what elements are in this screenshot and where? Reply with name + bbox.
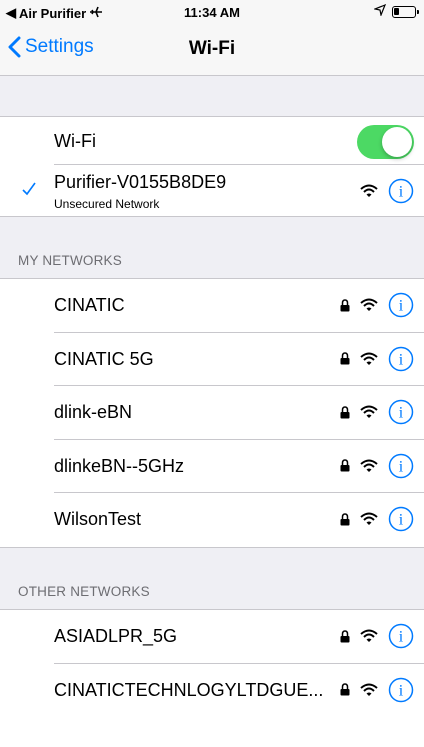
info-icon[interactable]: i: [388, 453, 414, 479]
page-title: Wi-Fi: [188, 38, 236, 59]
network-row[interactable]: CINATICTECHNLOGYLTDGUE... i: [0, 664, 424, 718]
connected-network-row[interactable]: Purifier-V0155B8DE9 Unsecured Network i: [0, 165, 424, 216]
battery-icon: [392, 5, 419, 18]
network-row[interactable]: dlinkeBN--5GHz i: [0, 440, 424, 494]
toggle-knob: [382, 127, 412, 157]
svg-text:i: i: [399, 405, 404, 422]
info-icon[interactable]: i: [388, 399, 414, 425]
info-icon[interactable]: i: [388, 178, 414, 204]
other-networks-header: OTHER NETWORKS: [18, 584, 150, 599]
connected-network-name: Purifier-V0155B8DE9: [54, 172, 227, 192]
lock-icon: [340, 352, 350, 365]
wifi-signal-icon: [360, 629, 378, 642]
other-networks-list: ASIADLPR_5G i CINATICTECHNLOGYLTDGUE... i: [0, 609, 424, 747]
wifi-signal-icon: [360, 683, 378, 696]
lock-icon: [340, 298, 350, 311]
wifi-signal-icon: [360, 352, 378, 365]
network-name: dlinkeBN--5GHz: [54, 455, 185, 476]
wifi-signal-icon: [360, 298, 378, 311]
network-name: CINATIC: [54, 295, 125, 315]
network-row[interactable]: dlink-eBN i: [0, 386, 424, 440]
network-row[interactable]: CINATIC 5G i: [0, 333, 424, 387]
network-name: CINATIC 5G: [54, 348, 154, 369]
network-row[interactable]: CINATIC i: [0, 279, 424, 333]
svg-text:i: i: [399, 512, 404, 529]
network-row[interactable]: WilsonTest i: [0, 493, 424, 547]
info-icon[interactable]: i: [388, 623, 414, 649]
network-row-partial: [0, 717, 424, 747]
wifi-signal-icon: [360, 512, 378, 526]
lock-icon: [340, 629, 350, 642]
checkmark-icon: [22, 182, 36, 196]
wifi-toggle-label: Wi-Fi: [54, 131, 96, 151]
my-networks-header: MY NETWORKS: [18, 253, 122, 268]
lock-icon: [340, 683, 350, 696]
connected-network-status: Unsecured Network: [54, 197, 160, 211]
info-icon[interactable]: i: [388, 677, 414, 703]
network-name: WilsonTest: [54, 509, 142, 530]
network-name: dlink-eBN: [54, 402, 133, 423]
network-name: CINATICTECHNLOGYLTDGUE...: [54, 679, 324, 700]
wifi-toggle-row: Wi-Fi: [0, 117, 424, 165]
wifi-signal-icon: [360, 459, 378, 472]
network-name: ASIADLPR_5G: [54, 626, 178, 646]
status-bar: ◀ Air Purifier 11:34 AM: [0, 0, 424, 24]
lock-icon: [340, 459, 350, 472]
lock-icon: [340, 405, 350, 419]
location-arrow-icon: [372, 3, 387, 19]
my-networks-list: CINATIC i CINATIC 5G i dlink-eBN i dlinkeBN--5…: [0, 278, 424, 548]
wifi-toggle-switch[interactable]: [357, 125, 414, 159]
svg-text:i: i: [399, 629, 404, 646]
wifi-signal-icon: [360, 405, 378, 419]
status-time: 11:34 AM: [184, 5, 240, 20]
info-icon[interactable]: i: [388, 346, 414, 372]
svg-text:i: i: [399, 184, 404, 201]
network-row[interactable]: ASIADLPR_5G i: [0, 610, 424, 664]
navigation-bar: Settings Wi-Fi: [0, 24, 424, 76]
wifi-signal-icon: [360, 184, 378, 197]
info-icon[interactable]: i: [388, 506, 414, 532]
svg-text:i: i: [399, 351, 404, 368]
wifi-section: Wi-Fi Purifier-V0155B8DE9 Unsecured Netw…: [0, 116, 424, 217]
lock-icon: [340, 513, 350, 526]
svg-text:i: i: [399, 682, 404, 699]
svg-text:i: i: [399, 458, 404, 475]
info-icon[interactable]: i: [388, 292, 414, 318]
svg-text:i: i: [399, 298, 404, 315]
